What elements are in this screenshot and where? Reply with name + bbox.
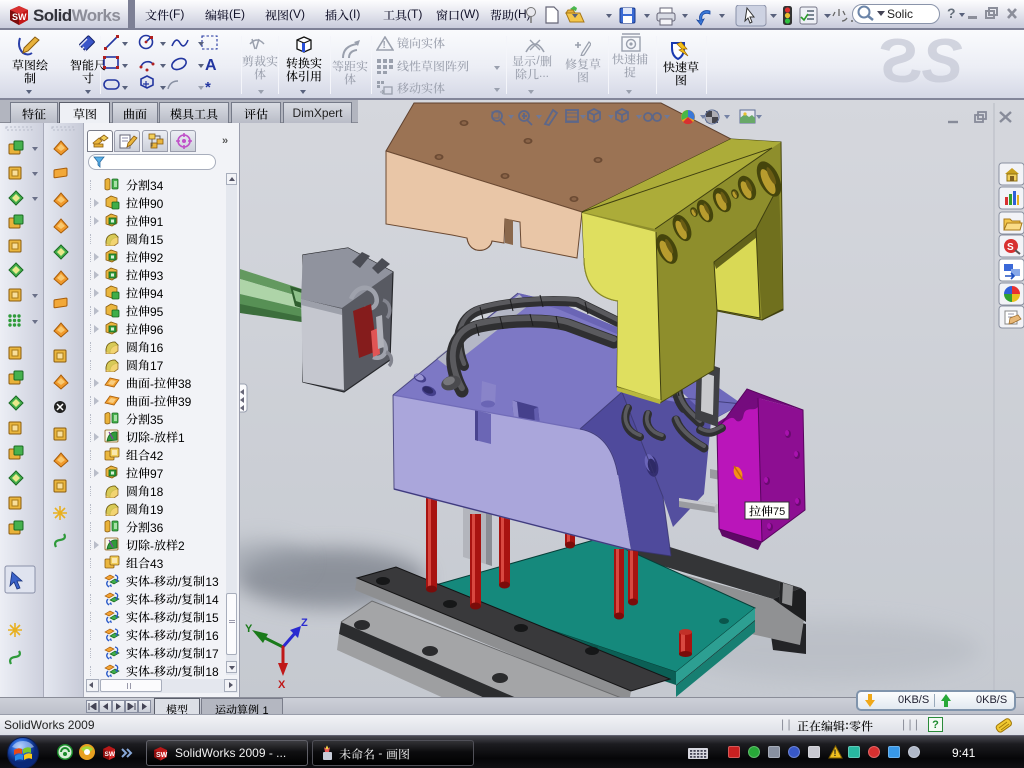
svg-text:X: X: [278, 679, 286, 691]
svg-text:Z: Z: [301, 617, 308, 629]
svg-text:S: S: [1007, 242, 1014, 253]
svg-text:Solic: Solic: [887, 7, 913, 21]
svg-text:SW: SW: [105, 751, 116, 758]
svg-text:Y: Y: [245, 623, 253, 635]
svg-text:75: 75: [773, 506, 785, 518]
svg-text:*: *: [205, 79, 211, 96]
svg-text:SW: SW: [12, 12, 27, 22]
svg-text:!: !: [834, 748, 837, 758]
svg-text:A: A: [205, 57, 217, 74]
svg-text:!: !: [383, 40, 386, 51]
svg-text:SW: SW: [156, 752, 168, 759]
